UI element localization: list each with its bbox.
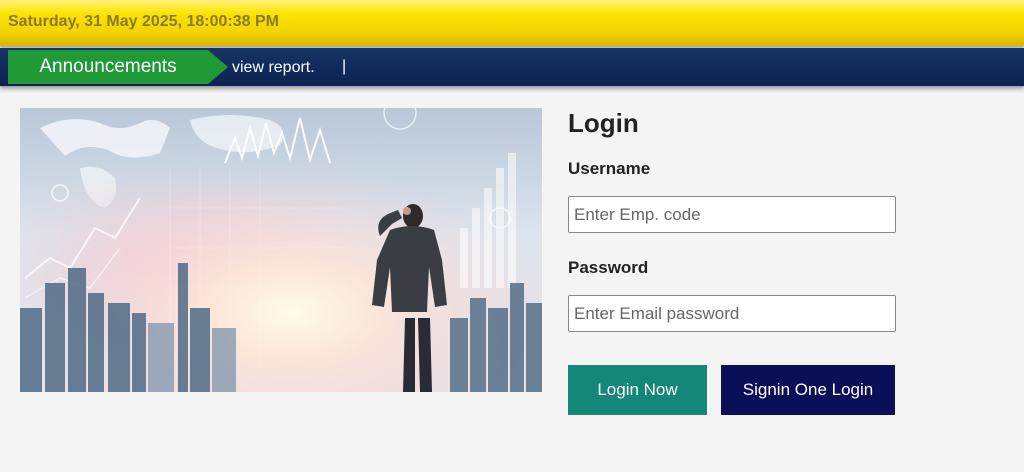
- login-now-button[interactable]: Login Now: [568, 365, 707, 415]
- signin-one-login-button[interactable]: Signin One Login: [721, 365, 895, 415]
- login-title: Login: [568, 108, 639, 138]
- announcement-bar: Announcements view report. |: [0, 48, 1024, 86]
- password-label: Password: [568, 258, 649, 277]
- username-input[interactable]: [568, 196, 896, 233]
- announcements-label: Announcements: [8, 50, 208, 84]
- hero-illustration: [20, 108, 542, 392]
- announcement-separator: |: [342, 58, 347, 75]
- date-bar: Saturday, 31 May 2025, 18:00:38 PM: [0, 0, 1024, 46]
- announcement-ticker-link[interactable]: view report.: [232, 59, 315, 77]
- announcements-arrow-icon: [208, 50, 228, 84]
- username-label: Username: [568, 159, 651, 178]
- hero-image: [20, 108, 542, 392]
- password-input[interactable]: [568, 295, 896, 332]
- current-datetime: Saturday, 31 May 2025, 18:00:38 PM: [8, 13, 279, 30]
